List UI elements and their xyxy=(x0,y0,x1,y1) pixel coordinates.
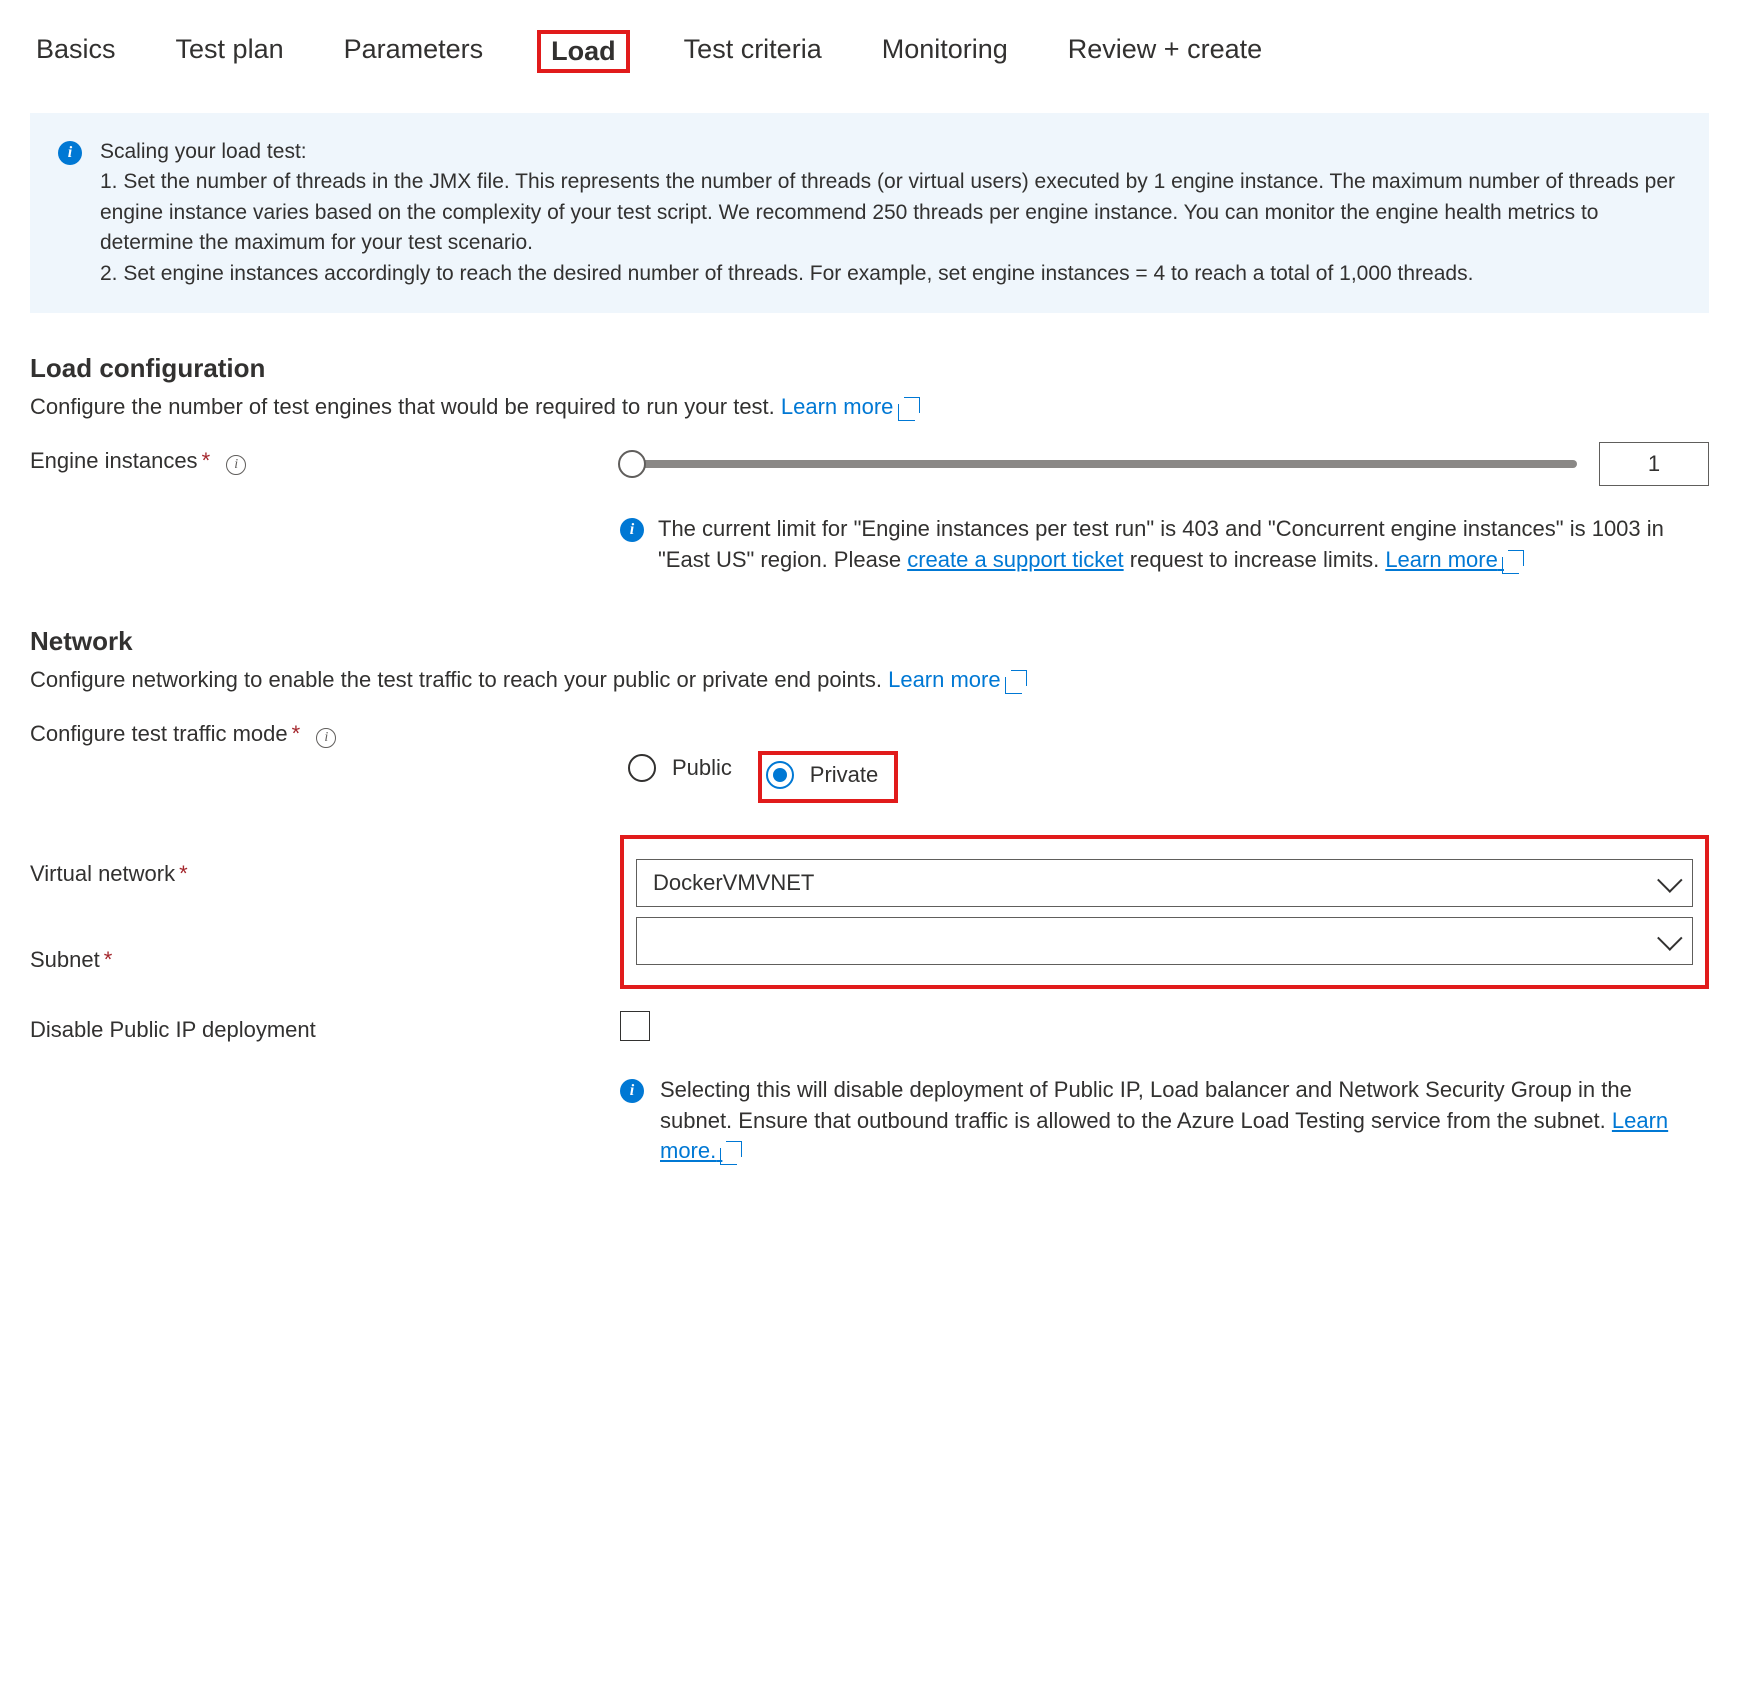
network-desc: Configure networking to enable the test … xyxy=(30,667,1709,693)
load-config-desc-text: Configure the number of test engines tha… xyxy=(30,394,781,419)
engine-instances-label: Engine instances* i xyxy=(30,442,620,475)
tab-bar: Basics Test plan Parameters Load Test cr… xyxy=(30,30,1709,73)
disable-public-ip-label: Disable Public IP deployment xyxy=(30,1011,620,1043)
radio-icon xyxy=(766,761,794,789)
virtual-network-select[interactable]: DockerVMVNET xyxy=(636,859,1693,907)
external-link-icon xyxy=(904,397,920,413)
engine-instances-value-input[interactable]: 1 xyxy=(1599,442,1709,486)
radio-icon xyxy=(628,754,656,782)
radio-public[interactable]: Public xyxy=(628,750,732,786)
traffic-mode-label: Configure test traffic mode* i xyxy=(30,715,620,748)
network-learn-more-link[interactable]: Learn more xyxy=(888,667,1027,692)
external-link-icon xyxy=(1508,550,1524,566)
virtual-network-value: DockerVMVNET xyxy=(653,870,814,896)
subnet-select[interactable] xyxy=(636,917,1693,965)
help-icon[interactable]: i xyxy=(226,455,246,475)
tab-monitoring[interactable]: Monitoring xyxy=(876,30,1014,73)
external-link-icon xyxy=(1011,670,1027,686)
engine-limits-text: The current limit for "Engine instances … xyxy=(658,514,1709,576)
tab-load[interactable]: Load xyxy=(537,30,630,73)
disable-public-ip-note-text: Selecting this will disable deployment o… xyxy=(660,1075,1709,1167)
info-icon: i xyxy=(58,141,82,165)
radio-private-label: Private xyxy=(810,762,878,788)
tab-test-criteria[interactable]: Test criteria xyxy=(678,30,828,73)
radio-private[interactable]: Private xyxy=(766,757,878,793)
external-link-icon xyxy=(726,1141,742,1157)
engine-instances-slider[interactable] xyxy=(620,460,1577,468)
tab-parameters[interactable]: Parameters xyxy=(338,30,490,73)
scaling-info-text: Scaling your load test: 1. Set the numbe… xyxy=(100,137,1681,289)
load-config-learn-more-link[interactable]: Learn more xyxy=(781,394,920,419)
load-config-title: Load configuration xyxy=(30,353,1709,384)
info-icon: i xyxy=(620,518,644,542)
tab-review-create[interactable]: Review + create xyxy=(1062,30,1268,73)
create-support-ticket-link[interactable]: create a support ticket xyxy=(907,547,1123,572)
chevron-down-icon xyxy=(1657,867,1682,892)
tab-basics[interactable]: Basics xyxy=(30,30,122,73)
virtual-network-label: Virtual network* xyxy=(30,855,620,887)
limits-learn-more-link[interactable]: Learn more xyxy=(1385,547,1524,572)
chevron-down-icon xyxy=(1657,925,1682,950)
tab-test-plan[interactable]: Test plan xyxy=(170,30,290,73)
scaling-info-box: i Scaling your load test: 1. Set the num… xyxy=(30,113,1709,313)
vnet-subnet-highlight: DockerVMVNET xyxy=(620,835,1709,989)
radio-public-label: Public xyxy=(672,755,732,781)
slider-thumb[interactable] xyxy=(618,450,646,478)
disable-public-ip-checkbox[interactable] xyxy=(620,1011,650,1041)
subnet-label: Subnet* xyxy=(30,941,620,973)
info-icon: i xyxy=(620,1079,644,1103)
help-icon[interactable]: i xyxy=(316,728,336,748)
load-config-desc: Configure the number of test engines tha… xyxy=(30,394,1709,420)
network-title: Network xyxy=(30,626,1709,657)
